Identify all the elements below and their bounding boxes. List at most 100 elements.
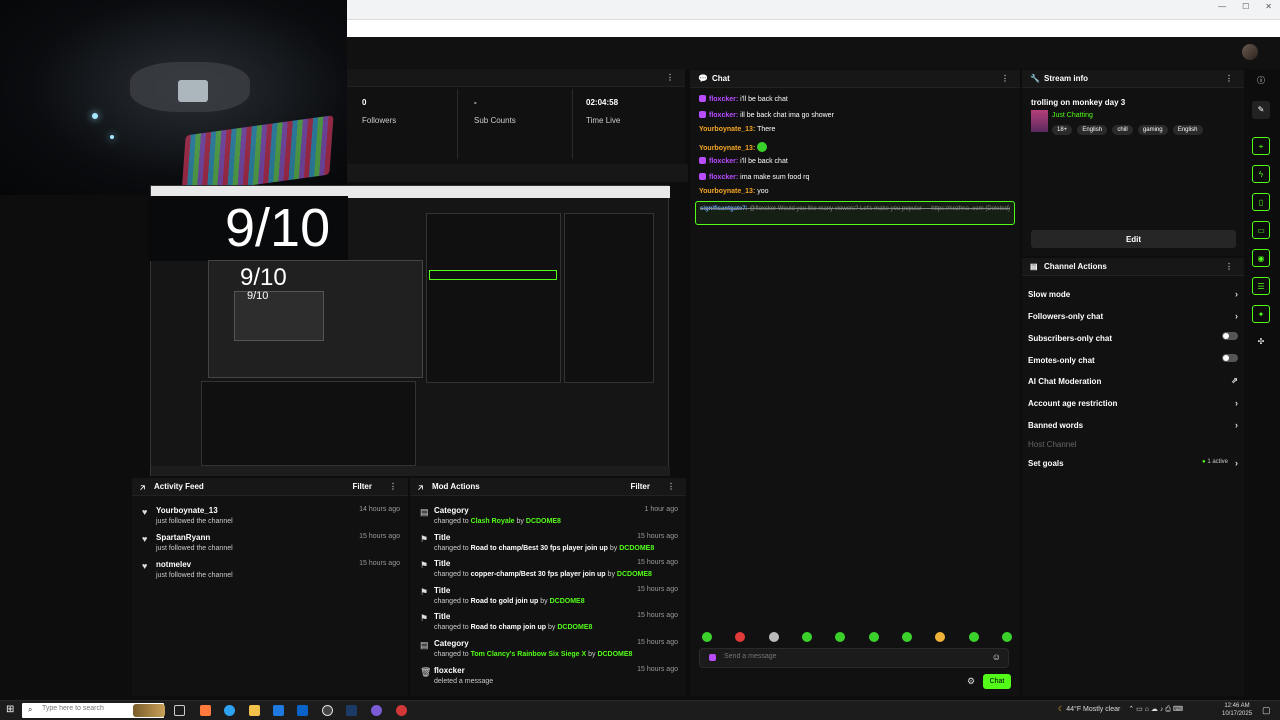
stats-menu-icon[interactable]: ⋮ [663, 73, 677, 82]
tag: 18+ [1052, 125, 1073, 135]
edge-icon[interactable] [224, 705, 235, 716]
emote-button[interactable] [768, 632, 779, 642]
chat-send-button[interactable]: Chat [983, 674, 1011, 689]
ai-moderation-row[interactable]: AI Chat Moderation ⇗ [1028, 376, 1238, 386]
chat-username[interactable]: floxcker: [709, 96, 738, 103]
edit-stream-info-button[interactable]: Edit [1031, 230, 1236, 248]
mod-action-item[interactable]: ⚑ Title changed to Road to champ join up b… [420, 612, 678, 631]
lightning-icon[interactable]: ϟ [1252, 165, 1270, 183]
emote-button[interactable] [968, 632, 979, 642]
browser-icon[interactable] [371, 705, 382, 716]
banned-words-row[interactable]: Banned words › [1028, 420, 1238, 430]
emote-button[interactable] [1001, 632, 1012, 642]
pencil-icon[interactable]: ✎ [1252, 101, 1270, 119]
mod-action-item[interactable]: 🗑 floxcker deleted a message 15 hours ago [420, 666, 678, 685]
mod-filter-button[interactable]: Filter [630, 482, 650, 491]
windows-start-icon[interactable]: ⊞ [6, 704, 14, 715]
chat-input[interactable] [724, 653, 984, 660]
clock[interactable]: 12:46 AM 10/17/2025 [1222, 702, 1252, 718]
stream-category[interactable]: Just Chatting [1052, 112, 1093, 119]
info-icon[interactable]: ⓘ [1252, 72, 1270, 90]
mod-action-item[interactable]: ▤ Category changed to Clash Royale by DCDO… [420, 506, 678, 525]
chat-menu-icon[interactable]: ⋮ [998, 74, 1012, 83]
stream-info-menu-icon[interactable]: ⋮ [1222, 74, 1236, 83]
steam-icon[interactable] [346, 705, 357, 716]
emoji-picker-icon[interactable]: ☺ [992, 652, 1001, 662]
activity-filter-button[interactable]: Filter [352, 482, 372, 491]
followers-only-row[interactable]: Followers-only chat › [1028, 311, 1238, 321]
layers-icon[interactable]: ☰ [1252, 277, 1270, 295]
mod-menu-icon[interactable]: ⋮ [664, 482, 678, 491]
emote-button[interactable] [735, 632, 746, 642]
emote-button[interactable] [702, 632, 712, 642]
crosshair-icon[interactable]: ⌖ [1252, 137, 1270, 155]
window-controls: — ☐ ✕ [1218, 2, 1272, 11]
activity-desc: just followed the channel [156, 518, 233, 525]
subscribers-only-toggle[interactable] [1222, 332, 1238, 340]
mod-action-item[interactable]: ▤ Category changed to Tom Clancy's Rainbow… [420, 639, 678, 658]
emote-button[interactable] [935, 632, 946, 642]
chat-message[interactable]: Yourboynate_13: [699, 141, 768, 152]
emote-button[interactable] [801, 632, 812, 642]
channel-actions-menu-icon[interactable]: ⋮ [1222, 262, 1236, 271]
maximize-icon[interactable]: ☐ [1242, 2, 1249, 11]
emote-button[interactable] [835, 632, 846, 642]
heart-icon: ♥ [142, 507, 148, 517]
activity-item[interactable]: ♥ SpartanRyann just followed the channel 15… [142, 533, 400, 552]
chat-username[interactable]: floxcker: [709, 174, 738, 181]
chat-input-box[interactable]: ☺ [699, 648, 1009, 668]
activity-item[interactable]: ♥ notmelev just followed the channel 15 hou… [142, 560, 400, 579]
right-tool-rail: ⓘ ✎ ⌖ ϟ ▯ ▭ ◉ ☰ ✦ ✣ [1246, 70, 1280, 696]
chat-message[interactable]: floxcker: ill be back chat ima go shower [699, 110, 834, 119]
broadcast-icon[interactable]: ◉ [1252, 249, 1270, 267]
chat-username[interactable]: floxcker: [709, 112, 738, 119]
file-explorer-icon[interactable] [249, 705, 260, 716]
webcam-keyboard [181, 115, 334, 195]
tray-icons[interactable]: ⌃ ▭ ⌂ ☁ ♪ ⎙ ⌨ [1128, 706, 1183, 713]
phone-icon[interactable]: ▯ [1252, 193, 1270, 211]
emotes-only-row: Emotes-only chat [1028, 354, 1238, 365]
task-view-icon[interactable] [174, 705, 185, 716]
emotes-only-toggle[interactable] [1222, 354, 1238, 362]
chat-message[interactable]: floxcker: i'll be back chat [699, 157, 788, 165]
wrench-icon[interactable]: ✦ [1252, 305, 1270, 323]
chat-username[interactable]: Yourboynate_13: [699, 145, 755, 152]
puzzle-icon[interactable]: ✣ [1252, 333, 1270, 351]
mod-action-by: by [548, 624, 556, 632]
chat-username[interactable]: Yourboynate_13: [699, 126, 755, 133]
activity-item[interactable]: ♥ Yourboynate_13 just followed the channel… [142, 506, 400, 525]
firefox-icon[interactable] [200, 705, 211, 716]
set-goals-row[interactable]: Set goals ● 1 active › [1028, 458, 1238, 468]
emote-button[interactable] [901, 632, 912, 642]
chat-username[interactable]: Yourboynate_13: [699, 188, 755, 195]
age-restriction-row[interactable]: Account age restriction › [1028, 398, 1238, 408]
obs-icon[interactable] [322, 705, 333, 716]
chat-message[interactable]: Yourboynate_13: yoo [699, 188, 769, 195]
close-icon[interactable]: ✕ [1265, 2, 1272, 11]
mod-action-item[interactable]: ⚑ Title changed to copper-champ/Best 30 fp… [420, 559, 678, 578]
mod-action-item[interactable]: ⚑ Title changed to Road to gold join up by… [420, 586, 678, 605]
mod-action-by: by [588, 651, 596, 658]
outlook-icon[interactable] [297, 705, 308, 716]
mod-action-value: Tom Clancy's Rainbow Six Siege X [470, 651, 587, 658]
chat-settings-gear-icon[interactable]: ⚙ [967, 676, 975, 687]
flag-icon: ⚑ [420, 613, 429, 624]
chat-message[interactable]: floxcker: i'll be back chat [699, 95, 788, 103]
notification-icon[interactable]: ▢ [1262, 705, 1271, 716]
avatar[interactable] [1242, 44, 1258, 60]
mod-actions-header: 🡥 Mod Actions Filter ⋮ [410, 478, 686, 496]
chat-icon[interactable]: ▭ [1252, 221, 1270, 239]
slow-mode-row[interactable]: Slow mode › [1028, 289, 1238, 299]
stream-tags: 18+ English chill gaming English [1052, 124, 1206, 135]
chat-username[interactable]: floxcker: [709, 158, 738, 165]
channel-actions-panel: ▤ Channel Actions ⋮ Slow mode › Followers… [1022, 258, 1244, 696]
store-icon[interactable] [273, 705, 284, 716]
chat-message[interactable]: floxcker: ima make sum food rq [699, 172, 809, 181]
emote-button[interactable] [868, 632, 879, 642]
activity-menu-icon[interactable]: ⋮ [386, 482, 400, 491]
address-bar[interactable]: ⇄ ☆ ⚙ ⤓ ● ⋮ [347, 19, 1280, 50]
mod-action-item[interactable]: ⚑ Title changed to Road to champ/Best 30 f… [420, 533, 678, 552]
chat-message[interactable]: Yourboynate_13: There [699, 126, 775, 133]
minimize-icon[interactable]: — [1218, 2, 1226, 11]
app-icon[interactable] [396, 705, 407, 716]
